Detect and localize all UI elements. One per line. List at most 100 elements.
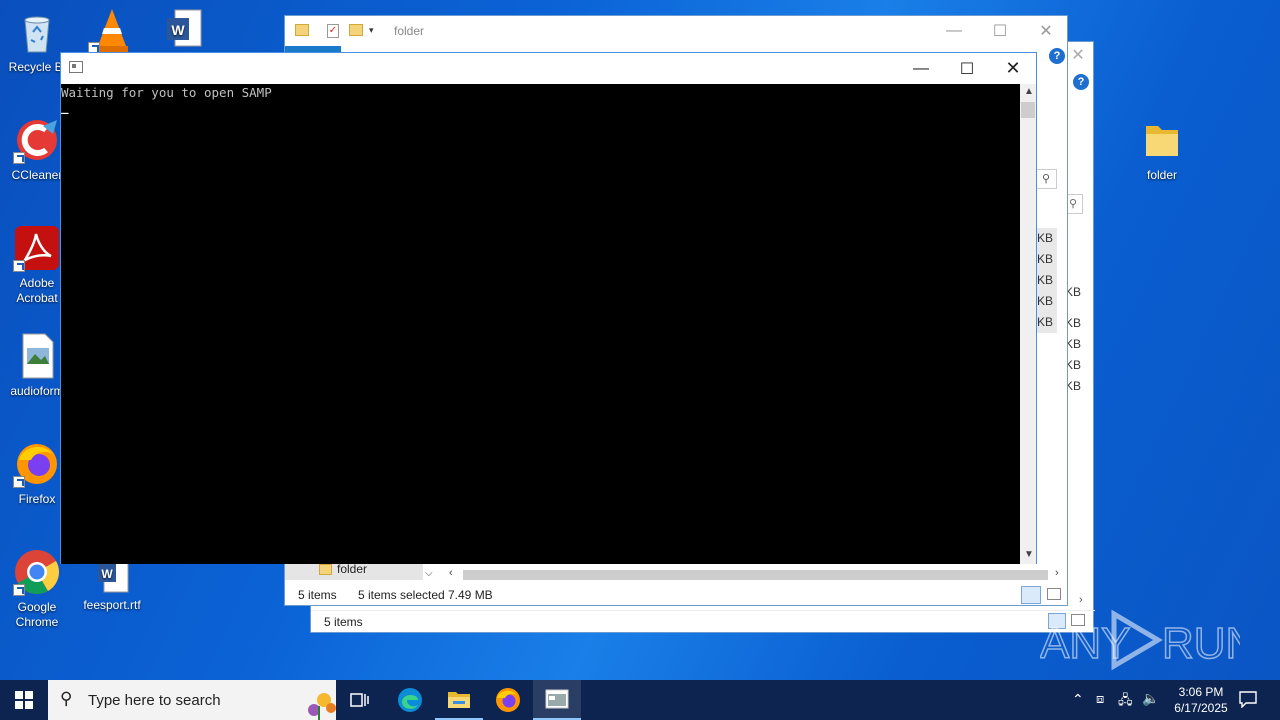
search-highlight-illustration (308, 693, 336, 720)
ccleaner-icon (13, 116, 61, 164)
taskbar-search-box[interactable]: ⚲ Type here to search (48, 680, 336, 720)
console-vertical-scrollbar[interactable]: ▲ ▼ (1020, 84, 1036, 564)
status-bar: 5 items 5 items selected 7.49 MB (285, 584, 1069, 606)
size-cell: KB (1037, 273, 1054, 287)
scroll-thumb[interactable] (1021, 102, 1035, 118)
scroll-right-arrow[interactable]: › (1055, 567, 1059, 579)
size-cell: KB (1065, 316, 1082, 330)
svg-text:W: W (171, 22, 185, 38)
desktop-icon-label: Adobe Acrobat (16, 276, 58, 305)
task-view-button[interactable] (336, 680, 384, 720)
word-document-icon: W (161, 6, 209, 54)
help-icon[interactable]: ? (1049, 48, 1065, 64)
details-view-icon[interactable] (1021, 586, 1041, 604)
search-placeholder: Type here to search (88, 692, 221, 709)
horizontal-scrollbar[interactable]: ‹ › (445, 567, 1067, 582)
status-selected: 5 items selected (358, 588, 445, 602)
folder-icon (1138, 116, 1186, 164)
desktop-icon-label: feesport.rtf (83, 598, 141, 612)
chevron-down-icon[interactable]: ▾ (369, 25, 374, 36)
folder-icon (295, 24, 309, 36)
firefox-icon (496, 688, 520, 712)
taskbar-edge[interactable] (386, 680, 434, 720)
edge-icon (398, 688, 422, 712)
volume-icon[interactable]: 🔈 (1142, 690, 1159, 707)
maximize-button[interactable]: ☐ (977, 16, 1023, 46)
desktop-icon-label: folder (1146, 168, 1178, 182)
console-app-icon (69, 61, 83, 73)
svg-text:RUN: RUN (1162, 619, 1240, 668)
file-explorer-icon (448, 692, 470, 708)
firefox-icon (13, 440, 61, 488)
chevron-up-icon[interactable]: ⌃ (1072, 691, 1084, 708)
clock[interactable]: 3:06 PM 6/17/2025 (1164, 684, 1238, 716)
console-output[interactable]: Waiting for you to open SAMP _ (61, 84, 1021, 564)
maximize-button[interactable]: ☐ (944, 53, 990, 84)
scroll-left-arrow[interactable]: ‹ (449, 567, 453, 579)
system-tray: ⌃ ⧈ 🖧 🔈 3:06 PM 6/17/2025 (1064, 680, 1280, 720)
network-icon[interactable]: 🖧 (1118, 691, 1133, 713)
svg-text:W: W (101, 567, 113, 581)
minimize-button[interactable]: — (898, 53, 944, 84)
desktop-icon-word[interactable]: W (148, 6, 222, 58)
nav-pane-label: folder (337, 562, 368, 576)
size-cell: KB (1037, 252, 1054, 266)
status-item-count: 5 items (298, 588, 337, 602)
console-cursor: _ (61, 99, 69, 114)
image-file-icon (13, 332, 61, 380)
clock-time: 3:06 PM (1178, 685, 1224, 699)
size-cell: KB (1037, 231, 1054, 245)
size-column: KB KB KB KB KB (1037, 228, 1057, 333)
desktop-icon-feesport[interactable]: W feesport.rtf (75, 556, 149, 613)
desktop-icon-label: audioform (10, 384, 64, 398)
search-icon: ⚲ (60, 689, 73, 708)
desktop-icon-label: Firefox (18, 492, 56, 506)
watermark-logo: ANY RUN (1039, 608, 1258, 672)
minimize-button[interactable]: — (931, 16, 977, 46)
console-output-line: Waiting for you to open SAMP (61, 85, 272, 100)
desktop-icon-folder[interactable]: folder (1125, 116, 1199, 183)
taskbar-console[interactable] (533, 680, 581, 720)
size-cell: KB (1065, 358, 1082, 372)
taskbar: ⚲ Type here to search ⌃ ⧈ 🖧 🔈 3:06 PM 6/… (0, 680, 1280, 720)
properties-icon[interactable]: ✓ (327, 24, 339, 38)
clock-date: 6/17/2025 (1174, 701, 1228, 715)
chrome-icon (13, 548, 61, 596)
close-button[interactable]: ✕ (990, 53, 1036, 84)
help-icon[interactable]: ? (1073, 74, 1089, 90)
status-bar: 5 items (311, 610, 1095, 632)
window-title: folder (394, 24, 425, 38)
start-button[interactable] (0, 680, 48, 720)
windows-icon (15, 691, 33, 709)
svg-text:ANY: ANY (1040, 619, 1130, 668)
new-folder-icon[interactable] (349, 24, 363, 36)
taskbar-file-explorer[interactable] (435, 680, 483, 720)
task-view-icon (350, 693, 369, 707)
recycle-bin-icon (13, 8, 61, 56)
size-cell: KB (1037, 294, 1054, 308)
chevron-down-icon[interactable]: ⌵ (425, 568, 433, 579)
size-cell: KB (1065, 337, 1082, 351)
scroll-down-arrow[interactable]: ▼ (1024, 549, 1034, 560)
large-icons-view-icon[interactable] (1047, 588, 1061, 600)
folder-icon (319, 564, 332, 575)
scroll-thumb[interactable] (463, 570, 1048, 580)
console-title-bar: — ☐ ✕ (61, 53, 1036, 84)
taskbar-firefox[interactable] (484, 680, 532, 720)
size-column: KB KB KB KB KB (1065, 282, 1085, 397)
status-size: 7.49 MB (448, 588, 493, 602)
status-item-count: 5 items (324, 615, 363, 629)
size-cell: KB (1037, 315, 1054, 329)
scroll-up-arrow[interactable]: ▲ (1024, 86, 1034, 97)
close-button[interactable]: ✕ (1023, 16, 1069, 46)
console-window[interactable]: — ☐ ✕ Waiting for you to open SAMP _ ▲ ▼ (60, 52, 1037, 564)
notification-icon[interactable] (1238, 690, 1258, 709)
desktop-icon-label: CCleaner (11, 168, 63, 182)
size-cell: KB (1065, 379, 1082, 393)
desktop-icon-label: Recycle Bi (8, 60, 66, 74)
network-adapter-icon[interactable]: ⧈ (1096, 691, 1104, 707)
desktop-icon-vlc[interactable] (75, 6, 149, 58)
desktop-icon-label: Google Chrome (15, 600, 59, 629)
horizontal-scroll-right-arrow[interactable]: › (1079, 594, 1083, 606)
search-icon[interactable]: ⚲ (1035, 169, 1057, 189)
